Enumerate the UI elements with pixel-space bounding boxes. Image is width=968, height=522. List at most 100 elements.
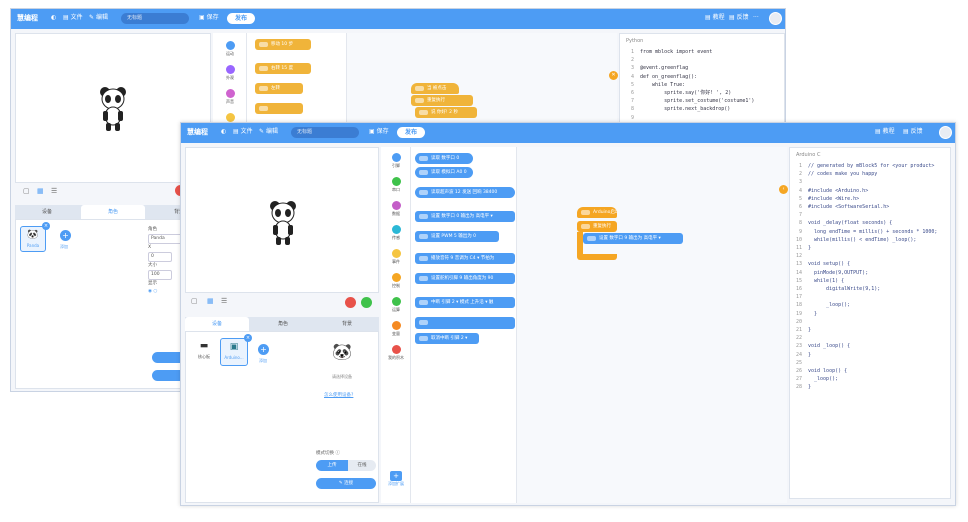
- back-file-menu[interactable]: ▤ 文件: [63, 9, 83, 27]
- front-mode-live[interactable]: 在线: [348, 460, 376, 471]
- front-category-variable[interactable]: 变量: [381, 321, 411, 337]
- front-code-line: #include <Arduino.h>: [808, 187, 869, 194]
- back-stage-list-icon[interactable]: ☰: [51, 187, 57, 195]
- front-line-number: 23: [795, 343, 802, 350]
- front-tab-sprites[interactable]: 角色: [251, 317, 315, 331]
- back-tab-sprites[interactable]: 角色: [81, 205, 145, 219]
- back-block-turn-left[interactable]: 左转: [255, 83, 303, 94]
- front-block-ultrasonic[interactable]: 读取超声波 12 发送 回响 38400: [415, 187, 515, 198]
- back-globe-icon[interactable]: ◐: [51, 9, 56, 27]
- front-script-area: Arduino启动 重复执行 设置 数字口 9 输出为 高电平 ▾: [517, 147, 787, 503]
- back-add-sprite-button[interactable]: +: [60, 230, 71, 241]
- front-how-to-link[interactable]: 怎么使用设备?: [324, 392, 353, 398]
- back-script-forever[interactable]: 重复执行: [411, 95, 473, 106]
- front-myblocks-dot-icon: [391, 345, 401, 354]
- back-prop-x-value[interactable]: 0: [148, 252, 172, 262]
- back-prop-size-value[interactable]: 100: [148, 270, 172, 280]
- front-category-data[interactable]: 数据: [381, 201, 411, 217]
- front-category-event[interactable]: 事件: [381, 249, 411, 265]
- front-globe-icon[interactable]: ◐: [221, 123, 226, 141]
- front-tab-devices[interactable]: 设备: [185, 317, 249, 331]
- front-category-operator[interactable]: 运算: [381, 297, 411, 313]
- front-add-device-button[interactable]: +: [258, 344, 269, 355]
- front-tab-backgrounds[interactable]: 背景: [315, 317, 379, 331]
- front-stage-grid-icon[interactable]: ▦: [207, 297, 214, 305]
- back-edit-menu[interactable]: ✎ 编辑: [89, 9, 108, 27]
- front-script-hat[interactable]: Arduino启动: [577, 207, 617, 218]
- front-line-number: 19: [795, 310, 802, 317]
- front-code-text[interactable]: // generated by mBlock5 for <your produc…: [808, 162, 937, 392]
- back-avatar[interactable]: [769, 12, 782, 25]
- back-block-4[interactable]: [255, 103, 303, 114]
- front-palette: 读取 数字口 0 读取 模拟口 A0 0 读取超声波 12 发送 回响 3840…: [411, 147, 517, 503]
- front-device-core[interactable]: ▬ 核心板: [192, 338, 216, 364]
- front-line-number: 10: [795, 236, 802, 243]
- front-device-arduino[interactable]: ▣ Arduino...: [220, 338, 248, 366]
- front-title-input[interactable]: 无标题: [291, 127, 359, 138]
- front-tutorial-button[interactable]: ▤ 教程: [875, 123, 895, 141]
- front-code-line: // codes make you happy: [808, 171, 878, 178]
- front-save-button[interactable]: ▣ 保存: [369, 123, 389, 141]
- back-category-looks[interactable]: 外观: [213, 65, 247, 81]
- front-collapse-icon[interactable]: ‹: [779, 185, 788, 194]
- front-code-line: _loop();: [808, 302, 851, 309]
- front-feedback-button[interactable]: ▤ 反馈: [903, 123, 923, 141]
- back-tutorial-button[interactable]: ▤ 教程: [705, 9, 725, 27]
- front-stop-button[interactable]: [345, 297, 356, 308]
- front-category-pin[interactable]: 引脚: [381, 153, 411, 169]
- front-line-number: 22: [795, 335, 802, 342]
- front-file-menu[interactable]: ▤ 文件: [233, 123, 253, 141]
- back-script-hat[interactable]: 当 被点击: [411, 83, 459, 94]
- front-line-number: 5: [798, 195, 802, 202]
- front-category-control[interactable]: 控制: [381, 273, 411, 289]
- front-stage-small-icon[interactable]: ▢: [191, 297, 198, 305]
- front-block-read-analog[interactable]: 读取 模拟口 A0 0: [415, 167, 473, 178]
- front-connect-button[interactable]: ✎ 连接: [316, 478, 376, 489]
- back-tab-devices[interactable]: 设备: [15, 205, 79, 219]
- back-save-button[interactable]: ▣ 保存: [199, 9, 219, 27]
- front-block-read-digital[interactable]: 读取 数字口 0: [415, 153, 473, 164]
- back-block-move[interactable]: 移动 10 步: [255, 39, 311, 50]
- back-feedback-button[interactable]: ▤ 反馈: [729, 9, 749, 27]
- front-category-sensor[interactable]: 传感: [381, 225, 411, 241]
- front-script-forever[interactable]: 重复执行: [577, 221, 617, 232]
- back-sprite-thumb[interactable]: 🐼 Panda: [20, 226, 46, 252]
- front-block-set-digital[interactable]: 设置 数字口 0 输出为 高电平 ▾: [415, 211, 515, 222]
- front-device-delete-icon[interactable]: ×: [244, 334, 252, 342]
- back-code-text[interactable]: from mblock import event @event.greenfla…: [640, 48, 754, 122]
- front-block-play-note[interactable]: 播放音符 9 音调为 C4 ▾ 节拍为: [415, 253, 515, 264]
- front-block-detach-interrupt[interactable]: 取消中断 引脚 2 ▾: [415, 333, 479, 344]
- front-stage-list-icon[interactable]: ☰: [221, 297, 227, 305]
- back-script-say[interactable]: 说 你好! 2 秒: [415, 107, 477, 118]
- front-block-interrupt[interactable]: 中断 引脚 2 ▾ 模式 上升沿 ▾ 触: [415, 297, 515, 308]
- front-script-set-digital[interactable]: 设置 数字口 9 输出为 高电平 ▾: [583, 233, 683, 244]
- back-stage-small-icon[interactable]: ▢: [23, 187, 30, 195]
- front-edit-menu[interactable]: ✎ 编辑: [259, 123, 278, 141]
- back-block-turn-right[interactable]: 右转 15 度: [255, 63, 311, 74]
- front-go-button[interactable]: [361, 297, 372, 308]
- front-panda-sprite[interactable]: [268, 200, 298, 246]
- front-block-set-pwm[interactable]: 设置 PWM 5 输出为 0: [415, 231, 499, 242]
- back-line-number: 1: [630, 49, 634, 55]
- back-stage-grid-icon[interactable]: ▦: [37, 187, 44, 195]
- front-block-interrupt-body[interactable]: [415, 317, 515, 329]
- back-category-sound[interactable]: 声音: [213, 89, 247, 105]
- back-collapse-icon[interactable]: ✕: [609, 71, 618, 80]
- front-mode-upload[interactable]: 上传: [316, 460, 348, 471]
- back-sprite-delete-icon[interactable]: ×: [42, 222, 50, 230]
- front-block-servo[interactable]: 设置舵机引脚 9 输出角度为 90: [415, 273, 515, 284]
- front-extension-button[interactable]: + 添加扩展: [386, 471, 406, 487]
- back-more-button[interactable]: ···: [753, 9, 759, 27]
- back-title-input[interactable]: 无标题: [121, 13, 189, 24]
- front-category-serial[interactable]: 串口: [381, 177, 411, 193]
- front-avatar[interactable]: [939, 126, 952, 139]
- front-category-myblocks[interactable]: 我的积木: [381, 345, 411, 361]
- front-code-line: }: [808, 384, 812, 391]
- front-publish-button[interactable]: 发布: [397, 127, 425, 138]
- back-panda-sprite[interactable]: [98, 86, 128, 132]
- back-code-line: sprite.next_backdrop(): [640, 106, 731, 113]
- back-code-line: sprite.say('你好! ', 2): [640, 90, 732, 97]
- front-tabs-bar: 设备 角色 背景: [185, 317, 379, 331]
- back-publish-button[interactable]: 发布: [227, 13, 255, 24]
- back-category-motion[interactable]: 运动: [213, 41, 247, 57]
